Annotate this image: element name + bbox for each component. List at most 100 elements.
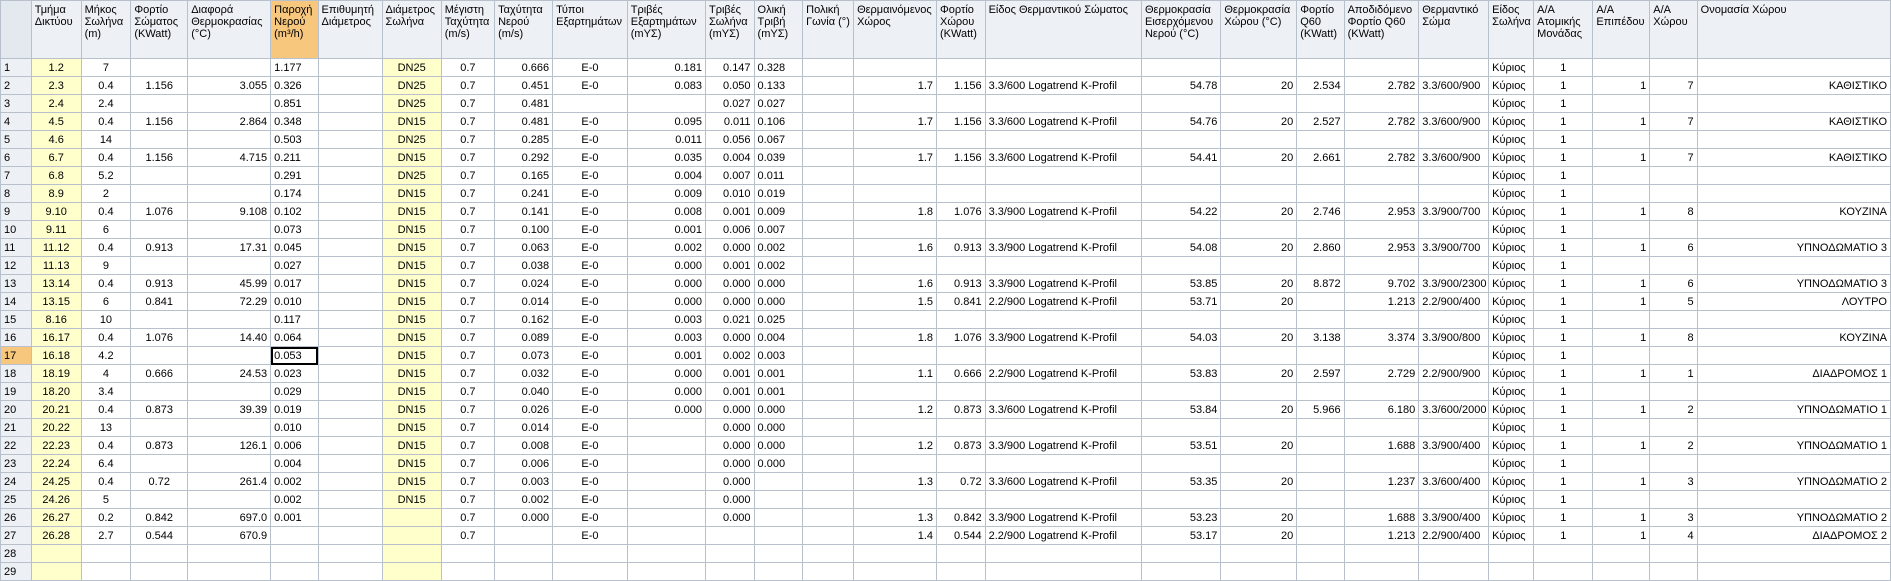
grid-cell-c27[interactable] <box>1696 544 1891 563</box>
grid-cell-c14[interactable] <box>802 58 855 77</box>
grid-cell-c20[interactable]: 2.746 <box>1296 202 1345 221</box>
grid-cell-c19[interactable] <box>1220 544 1298 563</box>
grid-cell-c10[interactable]: E-0 <box>552 76 628 95</box>
grid-cell-c7[interactable] <box>381 526 442 545</box>
column-header-c23[interactable]: Είδος Σωλήνα <box>1488 0 1535 59</box>
grid-cell-c22[interactable]: 3.3/600/900 <box>1418 112 1490 131</box>
grid-cell-c13[interactable]: 0.000 <box>753 454 804 473</box>
grid-cell-c1[interactable]: 11.12 <box>30 238 82 257</box>
grid-cell-c5[interactable]: 0.211 <box>270 148 319 167</box>
grid-cell-c3[interactable]: 0.873 <box>130 400 189 419</box>
grid-cell-c8[interactable]: 0.7 <box>440 310 496 329</box>
grid-cell-c26[interactable]: 8 <box>1649 328 1698 347</box>
grid-cell-c23[interactable]: Κύριος <box>1488 508 1535 527</box>
grid-cell-c5[interactable]: 0.851 <box>270 94 319 113</box>
grid-cell-c15[interactable] <box>853 490 937 509</box>
grid-cell-c20[interactable] <box>1296 256 1345 275</box>
grid-cell-c24[interactable]: 1 <box>1533 310 1594 329</box>
grid-cell-c17[interactable]: 2.2/900 Logatrend K-Profil <box>984 526 1142 545</box>
grid-cell-c26[interactable] <box>1649 490 1698 509</box>
grid-cell-c1[interactable]: 9.10 <box>30 202 82 221</box>
grid-cell-c6[interactable] <box>317 328 383 347</box>
grid-cell-c13[interactable] <box>753 508 804 527</box>
grid-cell-c10[interactable]: E-0 <box>552 346 628 365</box>
column-header-c26[interactable]: Α/Α Χώρου <box>1649 0 1698 59</box>
grid-cell-c16[interactable] <box>936 382 986 401</box>
grid-cell-c1[interactable]: 20.21 <box>30 400 82 419</box>
grid-cell-c2[interactable]: 10 <box>80 310 132 329</box>
grid-cell-c15[interactable]: 1.7 <box>853 76 937 95</box>
grid-cell-c14[interactable] <box>802 544 855 563</box>
grid-cell-c22[interactable]: 3.3/900/400 <box>1418 436 1490 455</box>
grid-cell-c8[interactable]: 0.7 <box>440 472 496 491</box>
grid-cell-c10[interactable]: E-0 <box>552 238 628 257</box>
grid-cell-c9[interactable]: 0.481 <box>494 112 554 131</box>
grid-cell-c18[interactable]: 53.84 <box>1140 400 1222 419</box>
grid-cell-c27[interactable]: ΥΠΝΟΔΩΜΑΤΙΟ 3 <box>1696 238 1891 257</box>
grid-cell-c4[interactable]: 3.055 <box>187 76 272 95</box>
grid-cell-c6[interactable] <box>317 202 383 221</box>
grid-cell-c12[interactable]: 0.000 <box>704 508 755 527</box>
grid-cell-c11[interactable] <box>626 508 706 527</box>
grid-cell-c3[interactable] <box>130 418 189 437</box>
grid-cell-c7[interactable]: DN15 <box>381 346 442 365</box>
grid-cell-c20[interactable] <box>1296 454 1345 473</box>
grid-cell-c8[interactable]: 0.7 <box>440 292 496 311</box>
row-header[interactable]: 2 <box>0 76 32 95</box>
grid-cell-c5[interactable]: 0.002 <box>270 490 319 509</box>
grid-cell-c15[interactable]: 1.8 <box>853 202 937 221</box>
corner-select-all[interactable] <box>0 0 32 59</box>
grid-cell-c9[interactable]: 0.014 <box>494 292 554 311</box>
grid-cell-c2[interactable] <box>80 544 132 563</box>
grid-cell-c6[interactable] <box>317 418 383 437</box>
row-header[interactable]: 7 <box>0 166 32 185</box>
grid-cell-c13[interactable]: 0.000 <box>753 292 804 311</box>
grid-cell-c25[interactable]: 1 <box>1592 472 1651 491</box>
grid-cell-c12[interactable]: 0.007 <box>704 166 755 185</box>
grid-cell-c22[interactable] <box>1418 490 1490 509</box>
grid-cell-c27[interactable]: ΚΟΥΖΙΝΑ <box>1696 328 1891 347</box>
grid-cell-c7[interactable]: DN15 <box>381 220 442 239</box>
grid-cell-c20[interactable]: 2.597 <box>1296 364 1345 383</box>
grid-cell-c6[interactable] <box>317 364 383 383</box>
grid-cell-c21[interactable]: 1.213 <box>1343 526 1420 545</box>
grid-cell-c10[interactable]: E-0 <box>552 490 628 509</box>
grid-cell-c15[interactable] <box>853 544 937 563</box>
grid-cell-c10[interactable]: E-0 <box>552 310 628 329</box>
grid-cell-c2[interactable]: 4 <box>80 364 132 383</box>
grid-cell-c16[interactable] <box>936 58 986 77</box>
grid-cell-c10[interactable]: E-0 <box>552 418 628 437</box>
grid-cell-c2[interactable]: 14 <box>80 130 132 149</box>
grid-cell-c21[interactable] <box>1343 256 1420 275</box>
grid-cell-c24[interactable]: 1 <box>1533 292 1594 311</box>
grid-cell-c16[interactable]: 0.842 <box>936 508 986 527</box>
grid-cell-c17[interactable]: 3.3/900 Logatrend K-Profil <box>984 238 1142 257</box>
grid-cell-c23[interactable]: Κύριος <box>1488 58 1535 77</box>
column-header-c16[interactable]: Φορτίο Χώρου (KWatt) <box>936 0 986 59</box>
grid-cell-c27[interactable]: ΚΟΥΖΙΝΑ <box>1696 202 1891 221</box>
grid-cell-c15[interactable]: 1.1 <box>853 364 937 383</box>
grid-cell-c5[interactable]: 0.045 <box>270 238 319 257</box>
grid-cell-c20[interactable] <box>1296 544 1345 563</box>
grid-cell-c19[interactable]: 20 <box>1220 436 1298 455</box>
grid-cell-c25[interactable] <box>1592 220 1651 239</box>
grid-cell-c11[interactable]: 0.004 <box>626 166 706 185</box>
row-header[interactable]: 13 <box>0 274 32 293</box>
grid-cell-c22[interactable] <box>1418 454 1490 473</box>
grid-cell-c7[interactable]: DN15 <box>381 328 442 347</box>
grid-cell-c1[interactable]: 22.23 <box>30 436 82 455</box>
grid-cell-c11[interactable]: 0.002 <box>626 238 706 257</box>
grid-cell-c12[interactable]: 0.000 <box>704 274 755 293</box>
grid-cell-c13[interactable]: 0.039 <box>753 148 804 167</box>
grid-cell-c12[interactable] <box>704 562 755 581</box>
grid-cell-c26[interactable] <box>1649 94 1698 113</box>
grid-cell-c11[interactable]: 0.000 <box>626 364 706 383</box>
grid-cell-c16[interactable]: 0.913 <box>936 274 986 293</box>
grid-cell-c19[interactable] <box>1220 310 1298 329</box>
grid-cell-c3[interactable] <box>130 544 189 563</box>
grid-cell-c18[interactable] <box>1140 256 1222 275</box>
grid-cell-c11[interactable]: 0.083 <box>626 76 706 95</box>
grid-cell-c2[interactable]: 0.4 <box>80 112 132 131</box>
grid-cell-c26[interactable] <box>1649 544 1698 563</box>
grid-cell-c1[interactable]: 16.18 <box>30 346 82 365</box>
